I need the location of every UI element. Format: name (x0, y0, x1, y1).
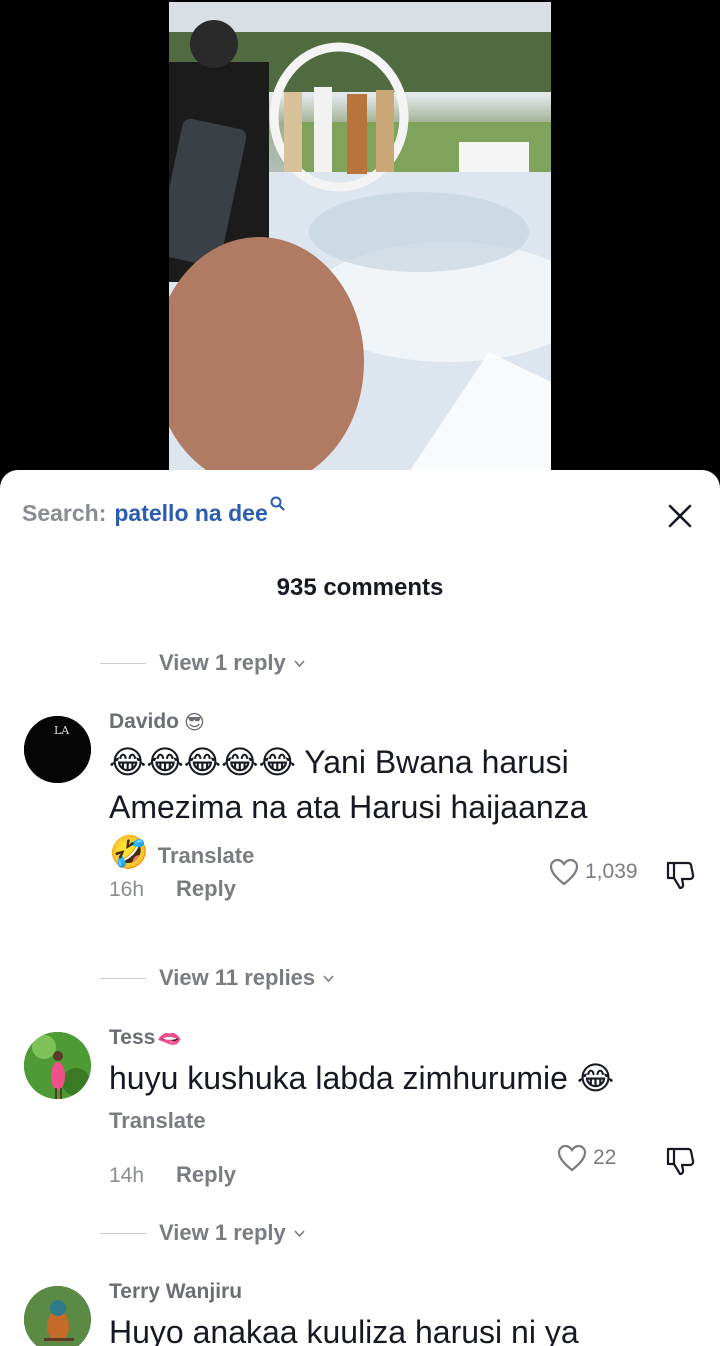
thumbs-down-icon[interactable] (664, 1146, 696, 1181)
comment-meta: 14h Reply (109, 1162, 236, 1188)
search-suggestion[interactable]: Search: patello na dee (22, 496, 285, 534)
username-text: Tess (109, 1026, 156, 1049)
avatar[interactable] (24, 1286, 91, 1346)
close-icon[interactable] (666, 502, 694, 530)
view-replies-label: View 1 reply (159, 1220, 286, 1245)
wedding-video-image (169, 2, 551, 472)
username[interactable]: Tess 🫦 (109, 1026, 182, 1050)
chevron-down-icon (323, 974, 334, 982)
view-replies-button[interactable]: View 11 replies (100, 965, 334, 991)
view-replies-button[interactable]: View 1 reply (100, 650, 305, 676)
comment-line: Huyo anakaa kuuliza harusi ni ya (109, 1314, 579, 1346)
chevron-down-icon (294, 659, 305, 667)
comments-count: 935 comments (276, 574, 444, 601)
laughing-emoji: 😂 (576, 1059, 615, 1097)
divider-line (100, 977, 146, 979)
like-count: 1,039 (585, 860, 638, 883)
comment-text: Huyo anakaa kuuliza harusi ni ya (109, 1310, 709, 1346)
username-text: Terry Wanjiru (109, 1280, 243, 1303)
search-prefix: Search: (22, 500, 107, 526)
divider-line (100, 1232, 146, 1234)
translate-link[interactable]: Translate (158, 843, 255, 868)
avatar[interactable]: LA (24, 716, 91, 783)
view-replies-label: View 1 reply (159, 650, 286, 675)
video-player[interactable] (0, 0, 720, 480)
comment-line: huyu kushuka labda zimhurumie (109, 1060, 568, 1096)
comment-text: huyu kushuka labda zimhurumie 😂 (109, 1056, 709, 1101)
comment-meta: 16h Reply (109, 876, 236, 902)
comments-sheet: Search: patello na dee 935 comments View… (0, 470, 720, 1346)
translate-link[interactable]: Translate (109, 1108, 206, 1134)
heart-outline-icon (549, 858, 579, 886)
laughing-emoji-row: 😂😂😂😂😂 (109, 743, 296, 781)
lips-emoji: 🫦 (157, 1026, 183, 1050)
username-text: Davido (109, 710, 180, 733)
like-button[interactable]: 1,039 (549, 858, 638, 886)
view-replies-label: View 11 replies (159, 965, 316, 990)
thumbs-down-icon[interactable] (664, 860, 696, 895)
sunglasses-emoji: 😎 (184, 710, 205, 734)
svg-text:LA: LA (54, 724, 70, 737)
timestamp: 16h (109, 878, 145, 901)
timestamp: 14h (109, 1164, 145, 1187)
search-term-link[interactable]: patello na dee (114, 500, 267, 527)
rofl-emoji: 🤣 (109, 833, 149, 871)
comment-line: Yani Bwana harusi (304, 744, 569, 780)
chevron-down-icon (294, 1229, 305, 1237)
like-count: 22 (593, 1146, 617, 1169)
avatar[interactable] (24, 1032, 91, 1099)
username[interactable]: Davido 😎 (109, 710, 205, 734)
search-icon[interactable] (270, 496, 285, 515)
view-replies-button[interactable]: View 1 reply (100, 1220, 305, 1246)
reply-button[interactable]: Reply (176, 1162, 236, 1188)
video-frame (169, 2, 551, 472)
like-button[interactable]: 22 (557, 1144, 616, 1172)
comment-line: Amezima na ata Harusi haijaanza (109, 789, 588, 825)
heart-outline-icon (557, 1144, 587, 1172)
reply-button[interactable]: Reply (176, 876, 236, 902)
divider-line (100, 662, 146, 664)
username[interactable]: Terry Wanjiru (109, 1280, 242, 1304)
